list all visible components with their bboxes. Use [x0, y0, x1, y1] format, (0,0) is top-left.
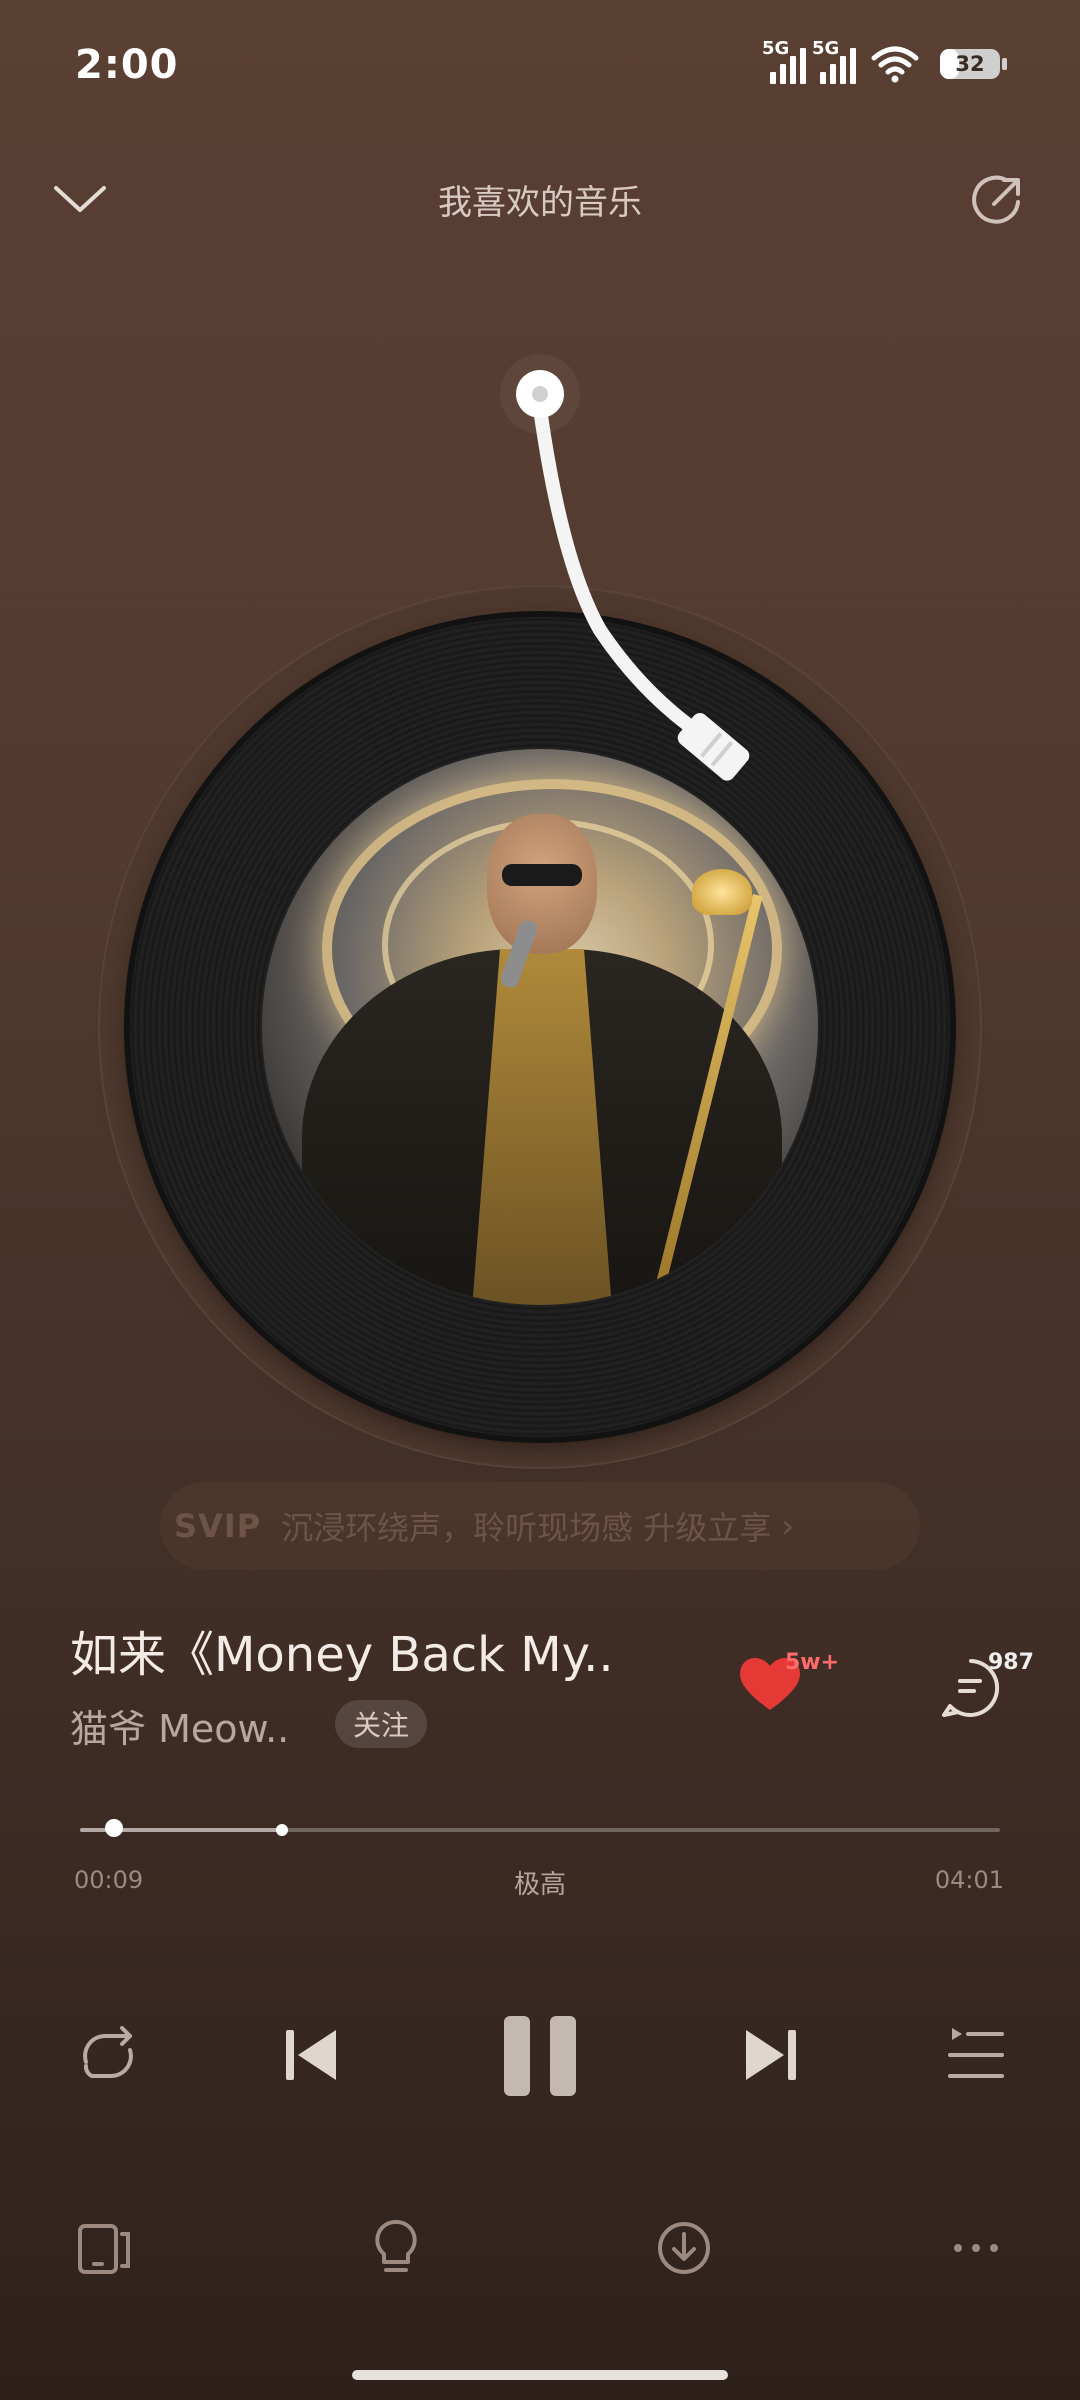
- repeat-icon[interactable]: [72, 2020, 142, 2090]
- audio-quality[interactable]: 极高: [0, 1864, 1080, 1901]
- status-icons: 5G 5G 32: [762, 38, 1007, 86]
- skip-previous-icon[interactable]: [276, 2020, 346, 2090]
- tonearm: [531, 387, 750, 781]
- buffer-marker: [276, 1824, 289, 1836]
- total-time: 04:01: [934, 1866, 1004, 1894]
- device-cast-icon[interactable]: [72, 2216, 136, 2280]
- comment-count: 987: [988, 1650, 1034, 1675]
- song-title[interactable]: 如来《Money Back My..: [70, 1615, 614, 1685]
- svip-text: 沉浸环绕声，聆听现场感 升级立享: [281, 1509, 772, 1547]
- pause-icon[interactable]: [496, 2012, 584, 2100]
- album-cover[interactable]: [262, 749, 818, 1305]
- home-indicator[interactable]: [352, 2370, 728, 2380]
- follow-button[interactable]: 关注: [335, 1700, 428, 1748]
- playlist-title: 我喜欢的音乐: [438, 183, 642, 223]
- playlist-icon[interactable]: [940, 2020, 1010, 2090]
- progress-thumb[interactable]: [105, 1819, 124, 1837]
- skip-next-icon[interactable]: [736, 2020, 806, 2090]
- cell-signal-icon: 5G: [812, 38, 856, 84]
- chevron-right-icon: ›: [781, 1507, 795, 1545]
- cell-signal-icon: 5G: [762, 38, 806, 84]
- svip-tag: SVIP: [174, 1507, 262, 1545]
- more-icon[interactable]: [944, 2216, 1008, 2280]
- download-icon[interactable]: [652, 2216, 716, 2280]
- like-count: 5w+: [785, 1650, 840, 1675]
- artist-name[interactable]: 猫爷 Meow..: [70, 1698, 289, 1753]
- battery-icon: 32: [940, 49, 1007, 79]
- status-time: 2:00: [75, 42, 179, 88]
- wifi-icon: [871, 46, 919, 83]
- lightbulb-icon[interactable]: [364, 2216, 428, 2280]
- share-icon[interactable]: [966, 168, 1030, 232]
- svip-banner[interactable]: SVIP 沉浸环绕声，聆听现场感 升级立享 ›: [160, 1482, 920, 1570]
